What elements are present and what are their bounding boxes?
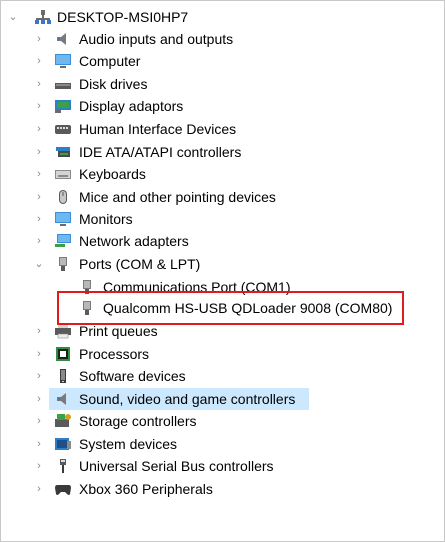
chevron-right-icon[interactable]: ›: [33, 389, 45, 409]
chevron-right-icon[interactable]: ›: [33, 231, 45, 251]
usb-icon: [54, 458, 72, 474]
chevron-right-icon[interactable]: ›: [33, 344, 45, 364]
tree-item-label: Ports (COM & LPT): [79, 256, 201, 272]
chevron-right-icon[interactable]: ›: [33, 164, 45, 184]
chevron-down-icon[interactable]: ⌄: [7, 7, 19, 27]
chevron-right-icon[interactable]: ›: [33, 209, 45, 229]
tree-item-label: Universal Serial Bus controllers: [79, 458, 274, 474]
tree-item-label: Human Interface Devices: [79, 121, 237, 137]
chevron-right-icon[interactable]: ›: [33, 411, 45, 431]
ide-controller-icon: [54, 144, 72, 160]
device-manager-tree: ⌄ DESKTOP-MSI0HP7 › Audio inputs and out…: [0, 0, 445, 542]
chevron-down-icon[interactable]: ⌄: [33, 254, 45, 274]
chevron-right-icon[interactable]: ›: [33, 434, 45, 454]
tree-item-label: Storage controllers: [79, 413, 197, 429]
tree-item-label: Network adapters: [79, 233, 189, 249]
tree-item-label: Mice and other pointing devices: [79, 189, 276, 205]
monitor-icon: [54, 211, 72, 227]
tree-item-label: Software devices: [79, 368, 186, 384]
computer-tree-icon: [34, 9, 52, 25]
tree-item-label: System devices: [79, 436, 178, 452]
tree-item-label: Keyboards: [79, 166, 146, 182]
keyboard-icon: [54, 166, 72, 182]
highlight-annotation-box: [57, 291, 404, 325]
hid-icon: [54, 121, 72, 137]
speaker-icon: [54, 391, 72, 407]
chevron-right-icon[interactable]: ›: [33, 29, 45, 49]
tree-item-label: Disk drives: [79, 76, 148, 92]
monitor-icon: [54, 53, 72, 69]
display-adapter-icon: [54, 98, 72, 114]
chevron-right-icon[interactable]: ›: [33, 74, 45, 94]
speaker-icon: [54, 31, 72, 47]
chevron-right-icon[interactable]: ›: [33, 456, 45, 476]
port-icon: [54, 256, 72, 272]
tree-item-label: Audio inputs and outputs: [79, 31, 234, 47]
tree-item-label: Xbox 360 Peripherals: [79, 481, 213, 497]
chevron-right-icon[interactable]: ›: [33, 187, 45, 207]
chevron-right-icon[interactable]: ›: [33, 96, 45, 116]
mouse-icon: [54, 189, 72, 205]
chevron-right-icon[interactable]: ›: [33, 142, 45, 162]
storage-controller-icon: [54, 413, 72, 429]
chevron-right-icon[interactable]: ›: [33, 119, 45, 139]
software-device-icon: [54, 368, 72, 384]
tree-item-label: IDE ATA/ATAPI controllers: [79, 144, 242, 160]
tree-item-label: Sound, video and game controllers: [79, 391, 296, 407]
network-adapter-icon: [54, 233, 72, 249]
tree-root-label: DESKTOP-MSI0HP7: [57, 9, 189, 25]
tree-item-label: Computer: [79, 53, 141, 69]
system-devices-icon: [54, 436, 72, 452]
chevron-right-icon[interactable]: ›: [33, 366, 45, 386]
printer-icon: [54, 323, 72, 339]
tree-item-label: Monitors: [79, 211, 133, 227]
chevron-right-icon[interactable]: ›: [33, 321, 45, 341]
disk-drive-icon: [54, 76, 72, 92]
chevron-right-icon[interactable]: ›: [33, 51, 45, 71]
tree-item-label: Processors: [79, 346, 150, 362]
processor-icon: [54, 346, 72, 362]
gamepad-icon: [54, 481, 72, 497]
chevron-right-icon[interactable]: ›: [33, 479, 45, 499]
tree-item-label: Display adaptors: [79, 98, 184, 114]
